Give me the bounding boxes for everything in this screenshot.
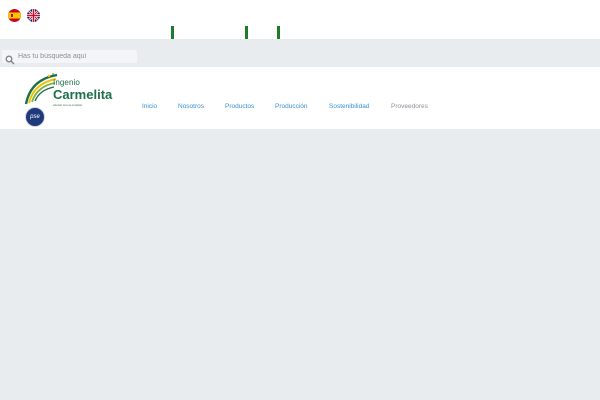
logo-word-carmelita: Carmelita [53,87,113,102]
nav-item-proveedores[interactable]: Proveedores [391,103,428,110]
search-icon[interactable] [5,52,15,64]
ingenio-carmelita-logo[interactable]: Ingenio Carmelita azúcar con el corazón [23,70,115,112]
logo-tagline: azúcar con el corazón [53,103,83,107]
nav-item-nosotros[interactable]: Nosotros [178,103,204,110]
nav-item-produccion[interactable]: Producción [275,103,308,110]
search-box[interactable] [2,50,137,64]
nav-item-sostenibilidad[interactable]: Sostenibilidad [329,103,369,110]
pse-label: pse [30,114,40,120]
nav-item-productos[interactable]: Productos [225,103,254,110]
spain-flag-icon[interactable] [8,9,21,22]
top-bar [0,0,600,46]
pse-payment-button[interactable]: pse [25,107,45,127]
search-strip [0,39,600,67]
search-input[interactable] [15,50,133,63]
main-navbar: Ingenio Carmelita azúcar con el corazón … [0,67,600,129]
uk-flag-icon[interactable] [27,9,40,22]
logo-word-ingenio: Ingenio [53,78,80,87]
nav-item-inicio[interactable]: Inicio [142,103,157,110]
page-content-area [0,129,600,400]
